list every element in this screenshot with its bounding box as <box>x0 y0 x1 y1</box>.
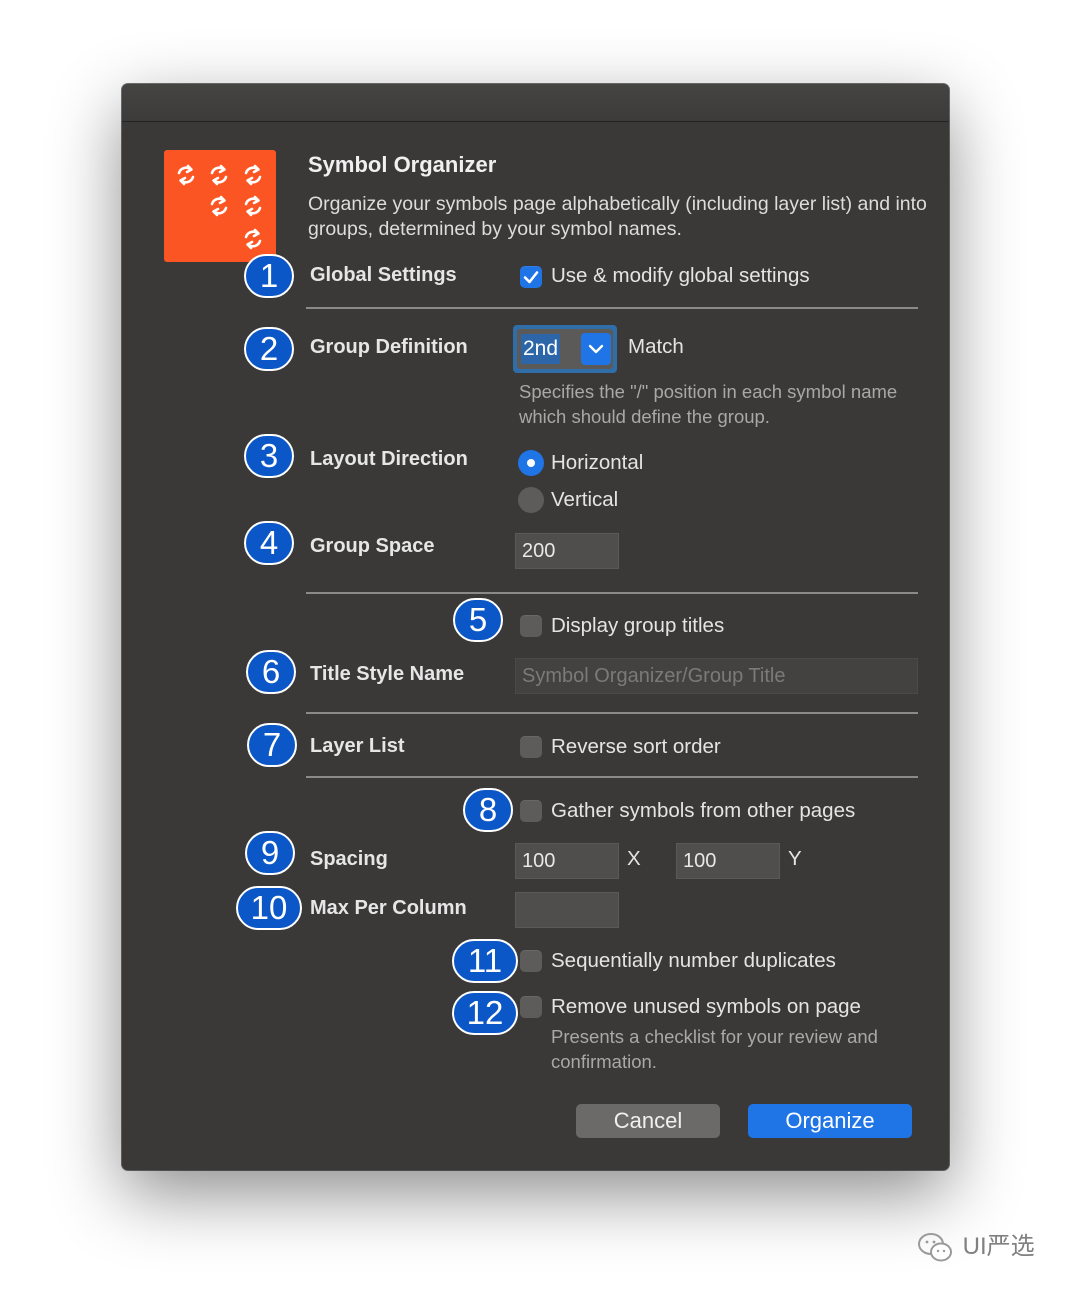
annotation-badge-9: 9 <box>245 831 295 875</box>
annotation-badge-11: 11 <box>452 939 518 983</box>
annotation-badge-4: 4 <box>244 521 294 565</box>
checkmark-icon <box>523 271 539 284</box>
annotation-badge-1: 1 <box>244 254 294 298</box>
annotation-badge-7: 7 <box>247 723 297 767</box>
spacing-x-input[interactable]: 100 <box>515 843 619 879</box>
organize-button[interactable]: Organize <box>748 1104 912 1138</box>
reverse-sort-checkbox[interactable] <box>520 736 542 758</box>
radio-horizontal-label: Horizontal <box>551 451 644 474</box>
symbol-organizer-dialog: Symbol Organizer Organize your symbols p… <box>122 84 949 1170</box>
select-value: 2nd <box>521 334 561 364</box>
display-group-titles-checkbox[interactable] <box>520 615 542 637</box>
sequential-numbering-checkbox[interactable] <box>520 950 542 972</box>
group-definition-select[interactable]: 2nd <box>513 325 617 373</box>
max-per-column-label: Max Per Column <box>310 897 467 919</box>
use-global-settings-checkbox[interactable] <box>520 266 542 288</box>
annotation-badge-6: 6 <box>246 650 296 694</box>
section-divider <box>306 712 918 714</box>
select-dropdown-button[interactable] <box>581 333 611 365</box>
spacing-label: Spacing <box>310 848 388 870</box>
chevron-down-icon <box>588 344 604 354</box>
annotation-badge-3: 3 <box>244 434 294 478</box>
refresh-arrows-icon <box>177 164 262 250</box>
remove-unused-checkbox[interactable] <box>520 996 542 1018</box>
remove-unused-hint: Presents a checklist for your review and… <box>551 1026 878 1072</box>
radio-horizontal[interactable] <box>518 450 544 476</box>
gather-symbols-label: Gather symbols from other pages <box>551 799 856 822</box>
layout-direction-label: Layout Direction <box>310 448 468 470</box>
select-field[interactable]: 2nd <box>517 329 613 369</box>
remove-unused-label: Remove unused symbols on page <box>551 995 861 1018</box>
group-space-label: Group Space <box>310 535 435 557</box>
plugin-app-icon <box>164 150 276 262</box>
radio-vertical[interactable] <box>518 487 544 513</box>
reverse-sort-label: Reverse sort order <box>551 735 721 758</box>
gather-symbols-checkbox[interactable] <box>520 800 542 822</box>
radio-vertical-label: Vertical <box>551 488 619 511</box>
app-description: Organize your symbols page alphabeticall… <box>308 193 927 240</box>
spacing-y-input[interactable]: 100 <box>676 843 780 879</box>
annotation-badge-5: 5 <box>453 598 503 642</box>
watermark-text: UI严选 <box>962 1233 1035 1260</box>
section-divider <box>306 592 918 594</box>
group-definition-suffix: Match <box>628 335 684 358</box>
annotation-badge-2: 2 <box>244 327 294 371</box>
app-title: Symbol Organizer <box>308 152 497 177</box>
annotation-badge-10: 10 <box>236 886 302 930</box>
watermark: UI严选 <box>916 1226 1035 1266</box>
title-style-name-label: Title Style Name <box>310 663 465 685</box>
annotation-badge-12: 12 <box>452 991 518 1035</box>
window-titlebar[interactable] <box>122 84 949 122</box>
section-divider <box>306 776 918 778</box>
spacing-y-suffix: Y <box>788 847 802 870</box>
group-space-input[interactable]: 200 <box>515 533 619 569</box>
sequential-numbering-label: Sequentially number duplicates <box>551 949 836 972</box>
use-global-settings-label: Use & modify global settings <box>551 264 810 287</box>
global-settings-label: Global Settings <box>310 264 457 286</box>
cancel-button[interactable]: Cancel <box>576 1104 720 1138</box>
title-style-name-input[interactable]: Symbol Organizer/Group Title <box>515 658 918 694</box>
display-group-titles-label: Display group titles <box>551 614 725 637</box>
section-divider <box>306 307 918 309</box>
layer-list-label: Layer List <box>310 735 405 757</box>
annotation-badge-8: 8 <box>463 788 513 832</box>
group-definition-label: Group Definition <box>310 336 468 358</box>
spacing-x-suffix: X <box>627 847 641 870</box>
wechat-icon <box>918 1232 952 1262</box>
group-definition-hint: Specifies the "/" position in each symbo… <box>519 381 898 427</box>
max-per-column-input[interactable] <box>515 892 619 928</box>
